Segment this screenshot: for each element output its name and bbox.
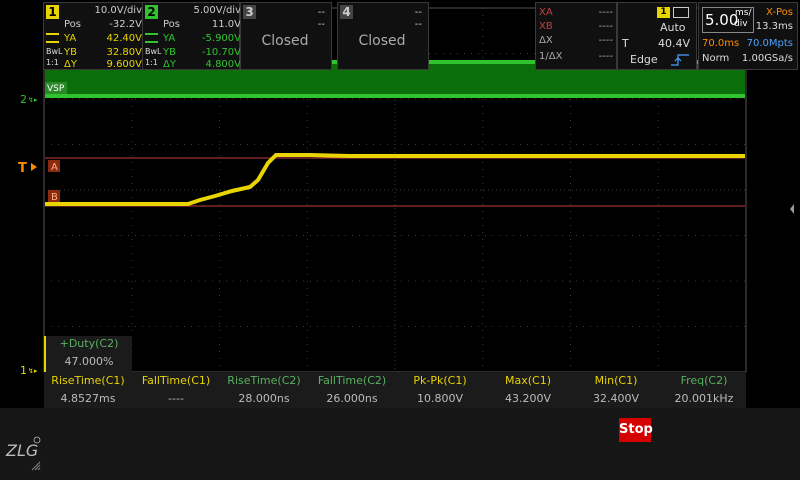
cursor-b-label: B — [51, 192, 58, 203]
trigger-mode: Auto — [660, 21, 686, 34]
record-length: 70.0Mpts — [746, 38, 793, 49]
measurement-name: FallTime(C2) — [317, 374, 387, 387]
ch1-ya-label: YA — [64, 33, 77, 44]
timebase-unit-top: ms/ — [735, 8, 752, 18]
ch2-ya: -5.900V — [201, 33, 241, 44]
dx-value: ---- — [598, 35, 613, 46]
inv-dx-label: 1/ΔX — [539, 51, 563, 62]
duty-measurement[interactable]: +Duty(C2) 47.000% — [44, 336, 132, 372]
ch3-pos: -- — [317, 19, 325, 30]
ch2-marker-arrow: ↯▸ — [28, 96, 38, 104]
ch1-pos: -32.2V — [109, 19, 142, 30]
measurement-value: 20.001kHz — [674, 392, 734, 405]
ch1-number: 1 — [46, 5, 59, 19]
measurement-name: Freq(C2) — [680, 374, 728, 387]
measurement-value: 32.400V — [592, 392, 639, 405]
inv-dx-value: ---- — [598, 51, 613, 62]
trigger-source: 1 — [657, 7, 670, 18]
ch4-status: Closed — [358, 33, 406, 49]
timebase-panel[interactable]: 5.00 ms/ div X-Pos 13.3ms 70.0ms 70.0Mpt… — [698, 2, 798, 70]
ch1-offset-marker[interactable]: 1 — [20, 364, 27, 377]
ch1-yb-label: YB — [64, 47, 77, 58]
measurement-name: Min(C1) — [594, 374, 638, 387]
xpos-label: X-Pos — [766, 7, 793, 18]
ch4-panel[interactable]: 4 -- -- Closed — [337, 2, 429, 70]
ch2-offset-marker[interactable]: 2 — [20, 93, 27, 106]
run-stop-button[interactable]: Stop — [619, 418, 653, 442]
ch3-number: 3 — [243, 5, 256, 19]
measurement-value: 10.800V — [416, 392, 463, 405]
ch1-dy: 9.600V — [106, 59, 142, 70]
ch1-dc-coupling-icon — [46, 33, 59, 43]
trigger-type: Edge — [630, 53, 658, 66]
record-time: 70.0ms — [702, 38, 740, 49]
ch2-pos: 11.0V — [211, 19, 241, 30]
ch3-panel[interactable]: 3 -- -- Closed — [240, 2, 332, 70]
cursor-a-label: A — [51, 162, 58, 173]
measurement-name: Pk-Pk(C1) — [413, 374, 467, 387]
ch2-bandwidth: BwL — [145, 47, 162, 56]
ch2-probe: 1:1 — [145, 58, 158, 67]
dx-label: ΔX — [539, 35, 553, 46]
duty-value: 47.000% — [64, 355, 114, 368]
measurement-bar[interactable]: RiseTime(C1) 4.8527ms FallTime(C1) ---- Rise… — [44, 372, 746, 408]
ch2-panel[interactable]: 2 5.00V/div Pos 11.0V YA -5.900V YB -10.70V… — [142, 2, 241, 70]
measurement-value: ---- — [168, 392, 184, 405]
xa-label: XA — [539, 7, 553, 18]
xa-value: ---- — [598, 7, 613, 18]
ch1-bandwidth: BwL — [46, 47, 63, 56]
ch1-marker-arrow: ↯▸ — [28, 367, 38, 375]
trigger-panel[interactable]: 1 Auto T 40.4V Edge — [617, 2, 697, 70]
ch2-yb-label: YB — [163, 47, 176, 58]
ch2-dy: 4.800V — [205, 59, 241, 70]
ch4-pos: -- — [414, 19, 422, 30]
measurement-value: 26.000ns — [326, 392, 378, 405]
trigger-menu-icon — [673, 7, 689, 18]
ch4-scale: -- — [414, 7, 422, 18]
trigger-level-marker[interactable]: T — [18, 161, 27, 176]
measurement-name: Max(C1) — [504, 374, 551, 387]
ch1-yb: 32.80V — [106, 47, 142, 58]
rising-edge-icon — [671, 54, 689, 66]
side-menu-arrow-icon[interactable] — [790, 204, 794, 214]
measurement-value: 4.8527ms — [60, 392, 116, 405]
ch1-ya: 42.40V — [106, 33, 142, 44]
trigger-level-label: T — [622, 37, 629, 50]
ch2-scale: 5.00V/div — [193, 5, 241, 16]
ch1-pos-label: Pos — [64, 19, 82, 30]
ch3-status: Closed — [261, 33, 309, 49]
ch1-probe: 1:1 — [46, 58, 59, 67]
measurement-name: FallTime(C1) — [141, 374, 211, 387]
ch3-scale: -- — [317, 7, 325, 18]
timebase-unit-bottom: div — [734, 19, 748, 29]
xb-value: ---- — [598, 21, 613, 32]
cursor-readout-panel[interactable]: XA ---- XB ---- ΔX ---- 1/ΔX ---- — [535, 2, 617, 70]
svg-text:ZLG: ZLG — [5, 441, 38, 460]
ch2-pos-label: Pos — [163, 19, 181, 30]
trigger-level-value: 40.4V — [657, 37, 690, 50]
brand-logo: ZLG — [5, 436, 41, 471]
measurement-value: 43.200V — [504, 392, 551, 405]
trigger-level-arrow — [31, 163, 37, 171]
xpos-value: 13.3ms — [755, 21, 793, 32]
ch2-ya-label: YA — [163, 33, 176, 44]
ch1-dy-label: ΔY — [64, 59, 77, 70]
ch2-dc-coupling-icon — [145, 33, 158, 43]
ch1-scale: 10.0V/div — [94, 5, 142, 16]
ch1-panel[interactable]: 1 10.0V/div Pos -32.2V YA 42.40V YB 32.80V … — [43, 2, 143, 70]
ch2-yb: -10.70V — [201, 47, 241, 58]
ch2-number: 2 — [145, 5, 158, 19]
ch4-number: 4 — [340, 5, 353, 19]
duty-name: +Duty(C2) — [59, 337, 119, 350]
sample-rate: 1.00GSa/s — [741, 53, 793, 64]
measurement-name: RiseTime(C2) — [227, 374, 301, 387]
xb-label: XB — [539, 21, 553, 32]
measurement-name: RiseTime(C1) — [51, 374, 125, 387]
ch2-dy-label: ΔY — [163, 59, 176, 70]
vsp-label: VSP — [47, 84, 65, 94]
measurement-value: 28.000ns — [238, 392, 290, 405]
status-bar: ZLG — [0, 408, 800, 480]
acquisition-mode: Norm — [702, 53, 730, 64]
